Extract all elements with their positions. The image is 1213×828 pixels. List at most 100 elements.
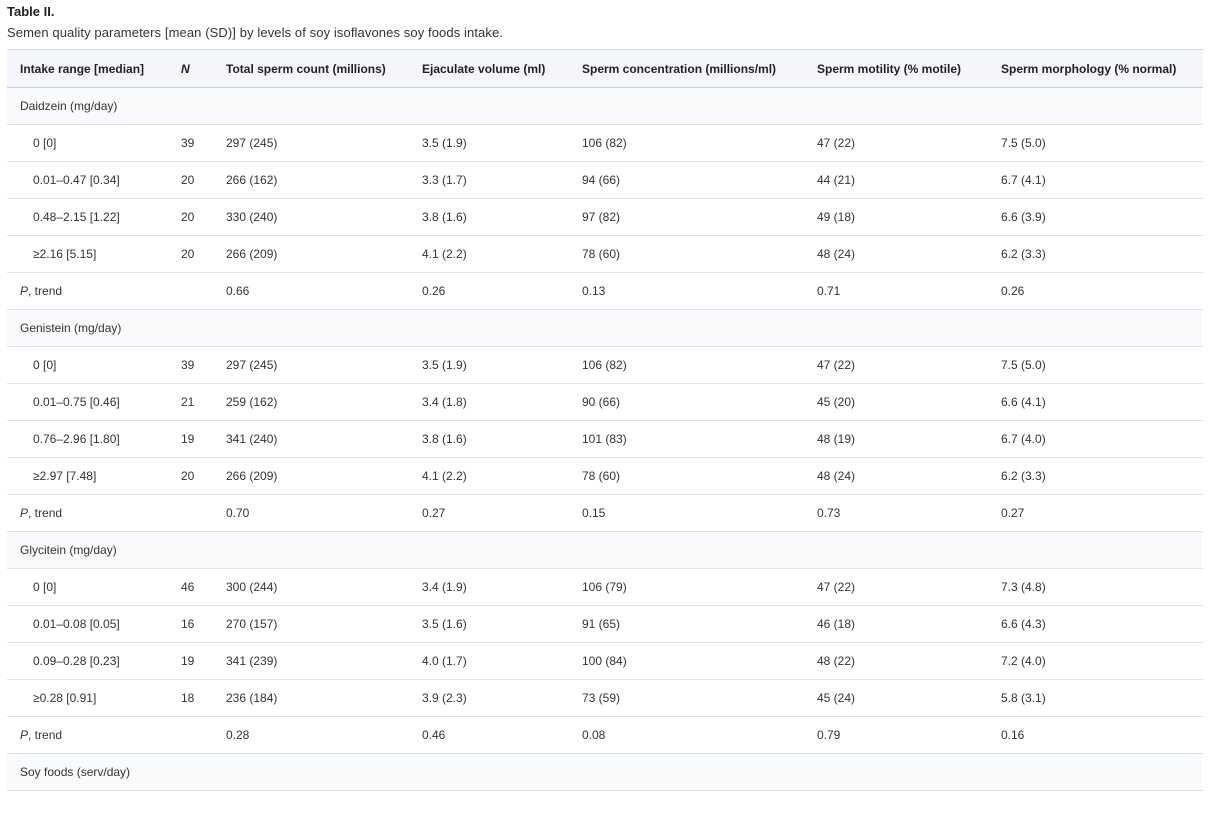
table-cell: 3.4 (1.9) xyxy=(422,580,467,594)
table-cell: 5.8 (3.1) xyxy=(1001,691,1046,705)
table-row: 0.01–0.08 [0.05] 16 270 (157) 3.5 (1.6) 91 (… xyxy=(7,606,1203,643)
table-cell: 6.6 (3.9) xyxy=(1001,210,1046,224)
table-cell: 236 (184) xyxy=(226,691,278,705)
table-cell: 100 (84) xyxy=(582,654,627,668)
table-cell: 0.48–2.15 [1.22] xyxy=(33,210,120,224)
trend-value: 0.13 xyxy=(582,284,606,298)
table-row: 0.09–0.28 [0.23] 19 341 (239) 4.0 (1.7) 100 … xyxy=(7,643,1203,680)
table-cell: 0.76–2.96 [1.80] xyxy=(33,432,120,446)
table-cell: 106 (82) xyxy=(582,136,627,150)
table-cell: 46 (18) xyxy=(817,617,856,631)
trend-value: 0.70 xyxy=(226,506,250,520)
trend-row: P, trend 0.28 0.46 0.08 0.79 0.16 xyxy=(7,717,1203,754)
trend-text: , trend xyxy=(28,728,63,742)
table-cell: 270 (157) xyxy=(226,617,278,631)
table-row: 0 [0] 39 297 (245) 3.5 (1.9) 106 (82) 47 (22)… xyxy=(7,347,1203,384)
table-caption: Semen quality parameters [mean (SD)] by … xyxy=(7,25,504,40)
group-row: Soy foods (serv/day) xyxy=(7,753,1203,791)
table-cell: 48 (24) xyxy=(817,247,856,261)
table-cell: 90 (66) xyxy=(582,395,621,409)
table-cell: 20 xyxy=(181,210,195,224)
table-row: 0 [0] 39 297 (245) 3.5 (1.9) 106 (82) 47 (22)… xyxy=(7,125,1203,162)
table-label: Table II. xyxy=(7,4,55,19)
table-cell: 300 (244) xyxy=(226,580,278,594)
trend-value: 0.26 xyxy=(1001,284,1025,298)
trend-value: 0.15 xyxy=(582,506,606,520)
table-cell: 48 (19) xyxy=(817,432,856,446)
header-sperm-concentration: Sperm concentration (millions/ml) xyxy=(582,61,777,76)
table-row: ≥2.97 [7.48] 20 266 (209) 4.1 (2.2) 78 (60) 4… xyxy=(7,458,1203,495)
table-row: 0 [0] 46 300 (244) 3.4 (1.9) 106 (79) 47 (22)… xyxy=(7,569,1203,606)
table-cell: 97 (82) xyxy=(582,210,621,224)
header-n: N xyxy=(181,61,190,76)
trend-n-cell xyxy=(173,495,213,532)
trend-text: , trend xyxy=(28,284,63,298)
table-cell: 6.7 (4.0) xyxy=(1001,432,1046,446)
trend-value: 0.16 xyxy=(1001,728,1025,742)
table-cell: 94 (66) xyxy=(582,173,621,187)
table-cell: 3.3 (1.7) xyxy=(422,173,467,187)
table-cell: 48 (24) xyxy=(817,469,856,483)
trend-value: 0.73 xyxy=(817,506,841,520)
table-cell: 7.5 (5.0) xyxy=(1001,358,1046,372)
trend-n-cell xyxy=(173,273,213,310)
table-cell: 297 (245) xyxy=(226,358,278,372)
group-row: Daidzein (mg/day) xyxy=(7,87,1203,125)
table-cell: 47 (22) xyxy=(817,580,856,594)
table-cell: 47 (22) xyxy=(817,136,856,150)
table-cell: 4.0 (1.7) xyxy=(422,654,467,668)
group-label: Soy foods (serv/day) xyxy=(20,765,131,779)
table-cell: 47 (22) xyxy=(817,358,856,372)
p-symbol: P xyxy=(20,284,29,298)
table-cell: 7.5 (5.0) xyxy=(1001,136,1046,150)
table-row: ≥2.16 [5.15] 20 266 (209) 4.1 (2.2) 78 (60) 4… xyxy=(7,236,1203,273)
table-cell: 266 (209) xyxy=(226,247,278,261)
table-cell: 0 [0] xyxy=(33,580,57,594)
table-cell: 266 (162) xyxy=(226,173,278,187)
table-cell: 341 (239) xyxy=(226,654,278,668)
table-cell: 101 (83) xyxy=(582,432,627,446)
trend-value: 0.46 xyxy=(422,728,446,742)
trend-value: 0.66 xyxy=(226,284,250,298)
table-cell: 44 (21) xyxy=(817,173,856,187)
header-row: Intake range [median] N Total sperm coun… xyxy=(7,49,1203,88)
trend-row: P, trend 0.66 0.26 0.13 0.71 0.26 xyxy=(7,273,1203,310)
table-cell: 0.01–0.47 [0.34] xyxy=(33,173,120,187)
trend-value: 0.27 xyxy=(1001,506,1025,520)
trend-value: 0.27 xyxy=(422,506,446,520)
table-cell: 3.4 (1.8) xyxy=(422,395,467,409)
table-cell: 49 (18) xyxy=(817,210,856,224)
group-row: Glycitein (mg/day) xyxy=(7,531,1203,569)
group-label: Daidzein (mg/day) xyxy=(20,99,118,113)
table-cell: 45 (20) xyxy=(817,395,856,409)
table-cell: 39 xyxy=(181,358,195,372)
table-cell: 4.1 (2.2) xyxy=(422,247,467,261)
table-cell: 91 (65) xyxy=(582,617,621,631)
table-cell: ≥0.28 [0.91] xyxy=(33,691,97,705)
trend-n-cell xyxy=(173,717,213,754)
header-total-sperm-count: Total sperm count (millions) xyxy=(226,61,386,76)
table-row: 0.76–2.96 [1.80] 19 341 (240) 3.8 (1.6) 101 … xyxy=(7,421,1203,458)
p-symbol: P xyxy=(20,506,29,520)
table-cell: 3.9 (2.3) xyxy=(422,691,467,705)
table-cell: 6.2 (3.3) xyxy=(1001,247,1046,261)
table-cell: 4.1 (2.2) xyxy=(422,469,467,483)
table-cell: 297 (245) xyxy=(226,136,278,150)
table-cell: 330 (240) xyxy=(226,210,278,224)
table-cell: 341 (240) xyxy=(226,432,278,446)
table-cell: 20 xyxy=(181,469,195,483)
table-cell: ≥2.16 [5.15] xyxy=(33,247,97,261)
table-cell: 19 xyxy=(181,654,195,668)
table-row: ≥0.28 [0.91] 18 236 (184) 3.9 (2.3) 73 (59) 4… xyxy=(7,680,1203,717)
table-cell: 18 xyxy=(181,691,195,705)
header-sperm-morphology: Sperm morphology (% normal) xyxy=(1001,61,1177,76)
p-symbol: P xyxy=(20,728,29,742)
table-cell: 78 (60) xyxy=(582,247,621,261)
table-cell: 0.01–0.75 [0.46] xyxy=(33,395,120,409)
table-cell: 21 xyxy=(181,395,195,409)
table-cell: 3.8 (1.6) xyxy=(422,432,467,446)
trend-value: 0.79 xyxy=(817,728,841,742)
header-intake-range: Intake range [median] xyxy=(20,61,145,76)
table-row: 0.01–0.47 [0.34] 20 266 (162) 3.3 (1.7) 94 (… xyxy=(7,162,1203,199)
table-row: 0.01–0.75 [0.46] 21 259 (162) 3.4 (1.8) 90 (… xyxy=(7,384,1203,421)
